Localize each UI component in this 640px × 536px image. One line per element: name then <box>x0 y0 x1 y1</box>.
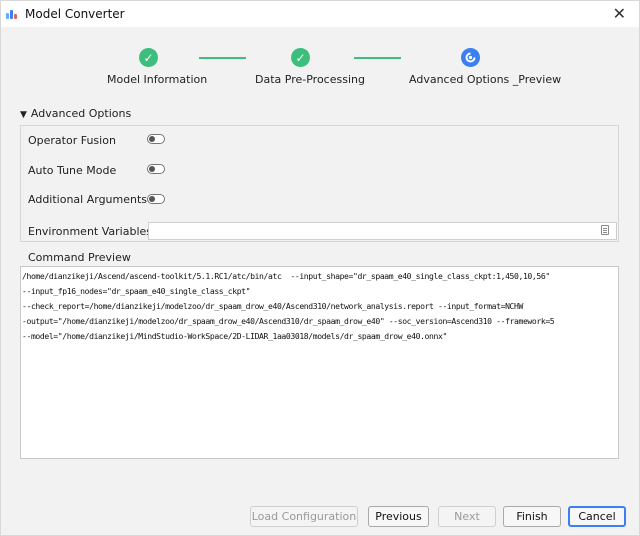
step-label-advanced-options-preview: Advanced Options _Preview <box>409 73 562 86</box>
auto-tune-mode-label: Auto Tune Mode <box>28 164 117 177</box>
command-line: /home/dianzikeji/Ascend/ascend-toolkit/5… <box>22 271 550 281</box>
step-label-model-information: Model Information <box>107 73 208 86</box>
command-preview-textarea[interactable]: /home/dianzikeji/Ascend/ascend-toolkit/5… <box>20 266 619 459</box>
step-connector-2 <box>354 57 401 59</box>
operator-fusion-label: Operator Fusion <box>28 134 116 147</box>
step-connector-1 <box>199 57 246 59</box>
triangle-down-icon: ▼ <box>20 110 27 120</box>
environment-variables-input[interactable] <box>148 222 617 240</box>
command-line: --check_report=/home/dianzikeji/modelzoo… <box>22 301 523 311</box>
advanced-options-toggle[interactable]: ▼ Advanced Options <box>20 107 131 120</box>
close-icon[interactable]: ✕ <box>613 4 626 23</box>
step-model-information-check-icon: ✓ <box>139 48 158 67</box>
operator-fusion-toggle[interactable] <box>147 134 165 144</box>
step-advanced-options-progress-icon <box>461 48 480 67</box>
app-icon <box>6 7 20 19</box>
document-icon[interactable] <box>601 225 609 235</box>
window-title: Model Converter <box>25 7 125 21</box>
auto-tune-mode-toggle[interactable] <box>147 164 165 174</box>
advanced-options-header: Advanced Options <box>30 107 132 120</box>
finish-button[interactable]: Finish <box>503 506 561 527</box>
toggle-knob <box>149 196 155 202</box>
environment-variables-label: Environment Variables <box>28 225 153 238</box>
load-configuration-button[interactable]: Load Configuration <box>250 506 358 527</box>
command-line: --model="/home/dianzikeji/MindStudio-Wor… <box>22 331 447 341</box>
command-line: -output="/home/dianzikeji/modelzoo/dr_sp… <box>22 316 555 326</box>
step-data-preprocessing-check-icon: ✓ <box>291 48 310 67</box>
cancel-button[interactable]: Cancel <box>568 506 626 527</box>
previous-button[interactable]: Previous <box>368 506 429 527</box>
additional-arguments-label: Additional Arguments <box>28 193 148 206</box>
toggle-knob <box>149 166 155 172</box>
next-button[interactable]: Next <box>438 506 496 527</box>
additional-arguments-toggle[interactable] <box>147 194 165 204</box>
toggle-knob <box>149 136 155 142</box>
model-converter-window: Model Converter ✕ ✓ ✓ Model Information … <box>0 0 640 536</box>
command-line: --input_fp16_nodes="dr_spaam_e40_single_… <box>22 286 251 296</box>
command-preview-label: Command Preview <box>28 251 131 264</box>
step-label-data-preprocessing: Data Pre-Processing <box>255 73 365 86</box>
title-bar: Model Converter ✕ <box>1 1 639 27</box>
